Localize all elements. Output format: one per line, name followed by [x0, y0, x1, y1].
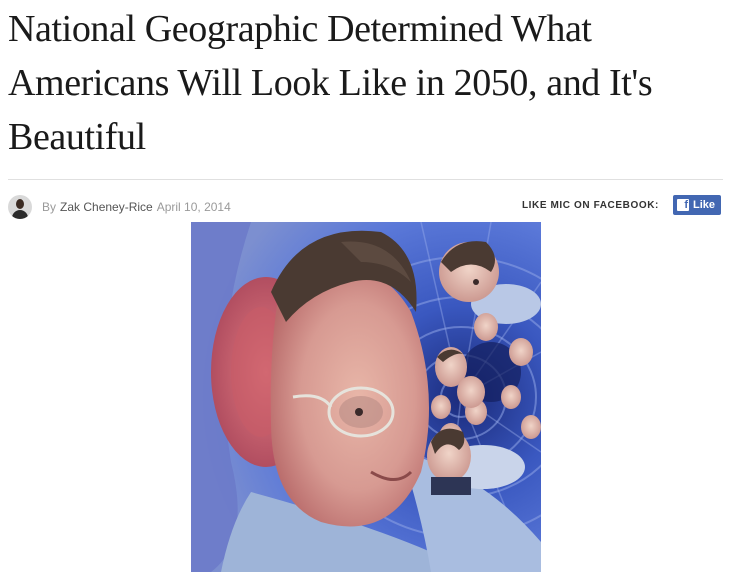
facebook-icon: f: [676, 199, 689, 211]
article-image[interactable]: [191, 222, 541, 572]
swirled-face-image: [191, 222, 541, 572]
facebook-like-area: LIKE MIC ON FACEBOOK: f Like: [522, 194, 721, 216]
byline: By Zak Cheney-Rice April 10, 2014: [8, 194, 231, 220]
author-link[interactable]: Zak Cheney-Rice: [60, 200, 153, 214]
facebook-prompt: LIKE MIC ON FACEBOOK:: [521, 199, 659, 211]
byline-prefix: By: [42, 200, 57, 214]
publish-date: April 10, 2014: [156, 200, 231, 214]
facebook-like-button[interactable]: f Like: [672, 195, 721, 215]
divider: [8, 179, 723, 180]
article-headline: National Geographic Determined What Amer…: [8, 8, 653, 158]
author-avatar[interactable]: [8, 195, 32, 219]
facebook-like-label: Like: [692, 199, 715, 211]
